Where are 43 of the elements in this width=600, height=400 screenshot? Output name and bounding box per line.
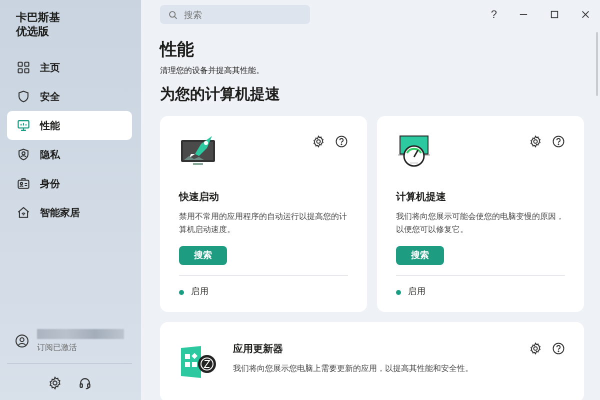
smart-home-icon [17, 206, 30, 219]
search-field[interactable]: 搜索 [160, 5, 310, 24]
settings-icon[interactable] [529, 342, 542, 355]
card-description: 我们将向您展示可能会使您的电脑变慢的原因，以便您可以修复它。 [396, 210, 565, 236]
help-icon[interactable] [552, 135, 565, 148]
settings-icon[interactable] [529, 135, 542, 148]
search-icon [168, 10, 178, 20]
help-button[interactable]: ? [490, 8, 497, 20]
card-description: 我们将向您展示您电脑上需要更新的应用，以提高其性能和安全性。 [233, 362, 474, 375]
status-dot-icon [396, 290, 401, 294]
status-label: 启用 [191, 286, 209, 298]
scrollbar[interactable] [596, 32, 598, 96]
status-label: 启用 [408, 286, 426, 298]
help-icon[interactable] [335, 135, 348, 148]
sidebar-item[interactable]: 安全 [7, 82, 132, 111]
sidebar-item[interactable]: 性能 [7, 111, 132, 140]
settings-icon[interactable] [48, 376, 62, 390]
card-title: 应用更新器 [233, 342, 284, 356]
shield-icon [17, 90, 30, 103]
headset-icon[interactable] [78, 376, 92, 390]
section-heading: 为您的计算机提速 [160, 85, 281, 103]
help-icon[interactable] [552, 342, 565, 355]
card-title: 计算机提速 [396, 190, 447, 204]
maximize-icon[interactable] [550, 10, 559, 19]
sidebar-item[interactable]: 智能家居 [7, 198, 132, 227]
card-description: 禁用不常用的应用程序的自动运行以提高您的计算机启动速度。 [179, 210, 348, 236]
page-title: 性能 [160, 39, 195, 61]
page-subtitle: 清理您的设备并提高其性能。 [160, 65, 265, 76]
privacy-icon [17, 148, 30, 161]
card-title: 快速启动 [179, 190, 220, 204]
user-avatar-icon [15, 334, 29, 348]
sidebar-item[interactable]: 身份 [7, 169, 132, 198]
subscription-status: 订阅已激活 [37, 342, 78, 353]
status-dot-icon [179, 290, 184, 294]
grid-icon [17, 61, 30, 74]
app-title: 卡巴斯基优选版 [14, 10, 61, 40]
sidebar-item[interactable]: 隐私 [7, 140, 132, 169]
settings-icon[interactable] [312, 135, 325, 148]
sidebar-item[interactable]: 主页 [7, 53, 132, 82]
app-updater-drawing [179, 344, 219, 380]
monitor-icon [17, 119, 30, 132]
id-card-icon [17, 177, 30, 190]
close-icon[interactable] [581, 10, 590, 19]
